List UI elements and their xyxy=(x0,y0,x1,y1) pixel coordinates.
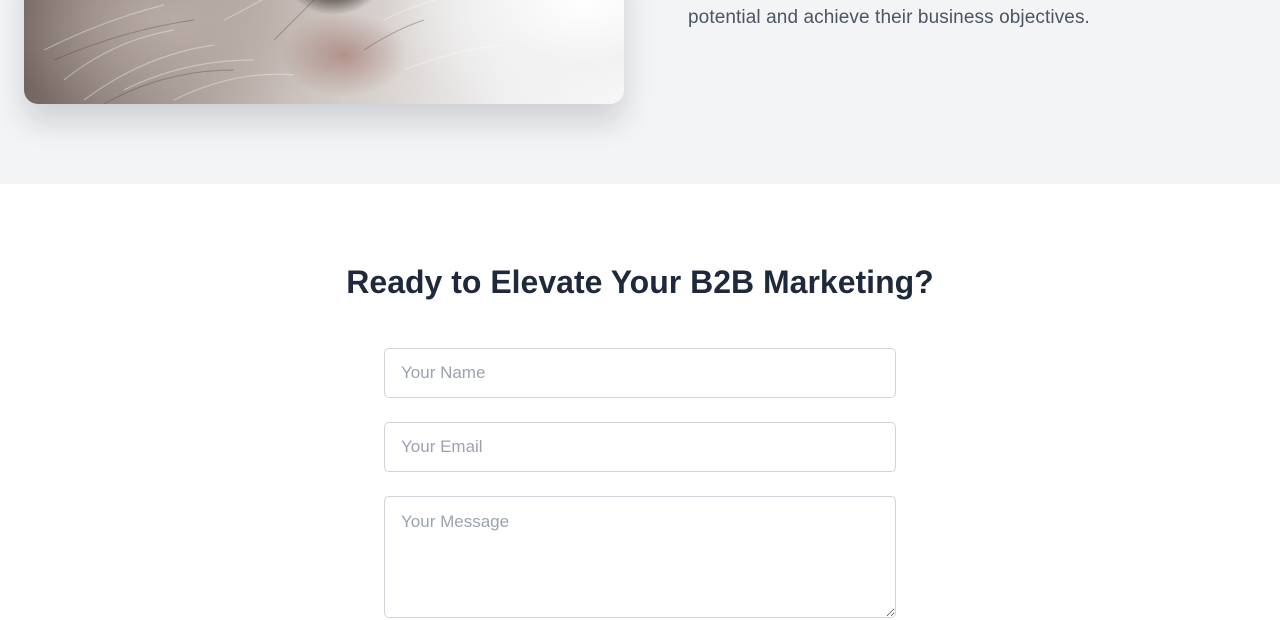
about-section: potential and achieve their business obj… xyxy=(0,0,1280,184)
email-input[interactable] xyxy=(384,422,896,472)
about-description: potential and achieve their business obj… xyxy=(688,7,1090,28)
name-input[interactable] xyxy=(384,348,896,398)
message-textarea[interactable] xyxy=(384,496,896,618)
fur-texture xyxy=(43,0,505,104)
cat-photo xyxy=(24,0,624,104)
contact-title: Ready to Elevate Your B2B Marketing? xyxy=(346,264,934,300)
